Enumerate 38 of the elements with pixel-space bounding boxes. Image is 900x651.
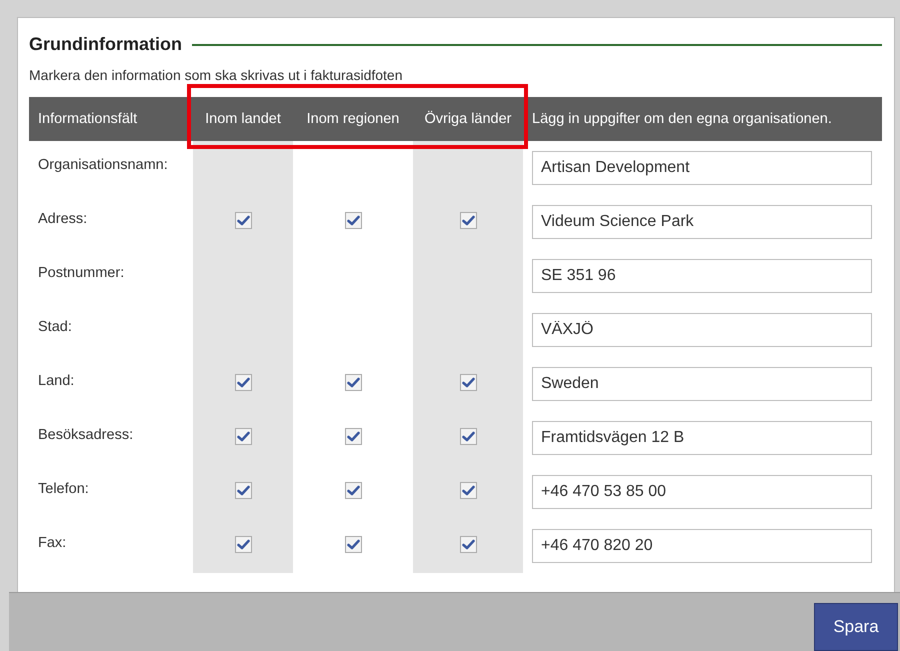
checkbox[interactable] bbox=[234, 536, 252, 552]
field-label: Organisationsnamn: bbox=[37, 156, 169, 175]
instruction-text: Markera den information som ska skrivas ut i fakturasidfoten bbox=[29, 67, 404, 83]
checkbox[interactable] bbox=[344, 428, 362, 444]
checkbox[interactable] bbox=[344, 374, 362, 390]
column-header: Inom landet bbox=[193, 97, 293, 141]
field-label: Postnummer: bbox=[37, 264, 126, 283]
save-button[interactable]: Spara bbox=[814, 603, 898, 651]
text-field[interactable]: Videum Science Park bbox=[532, 205, 872, 239]
field-label: Telefon: bbox=[37, 480, 90, 499]
field-label: Fax: bbox=[37, 534, 68, 553]
checkbox[interactable] bbox=[460, 212, 476, 228]
text-field[interactable]: Framtidsvägen 12 B bbox=[532, 421, 872, 455]
checkbox[interactable] bbox=[460, 428, 476, 444]
text-field[interactable]: Sweden bbox=[532, 367, 872, 401]
field-label: Adress: bbox=[37, 210, 88, 229]
checkbox[interactable] bbox=[234, 428, 252, 444]
checkbox[interactable] bbox=[234, 374, 252, 390]
checkbox[interactable] bbox=[460, 482, 476, 498]
field-label: Stad: bbox=[37, 318, 73, 337]
checkbox[interactable] bbox=[234, 482, 252, 498]
field-label: Land: bbox=[37, 372, 76, 391]
column-header: Informationsfält bbox=[29, 97, 193, 141]
column-header: Lägg in uppgifter om den egna organisationen. bbox=[523, 97, 882, 141]
text-field[interactable]: Artisan Development bbox=[532, 151, 872, 185]
column-header: Övriga länder bbox=[413, 97, 523, 141]
checkbox[interactable] bbox=[234, 212, 252, 228]
field-label: Besöksadress: bbox=[37, 426, 134, 445]
text-field[interactable]: SE 351 96 bbox=[532, 259, 872, 293]
checkbox[interactable] bbox=[460, 536, 476, 552]
checkbox[interactable] bbox=[344, 482, 362, 498]
checkbox[interactable] bbox=[344, 212, 362, 228]
checkbox[interactable] bbox=[344, 536, 362, 552]
column-header: Inom regionen bbox=[293, 97, 413, 141]
text-field[interactable]: +46 470 820 20 bbox=[532, 529, 872, 563]
checkbox[interactable] bbox=[460, 374, 476, 390]
text-field[interactable]: +46 470 53 85 00 bbox=[532, 475, 872, 509]
section-title: Grundinformation bbox=[29, 34, 182, 55]
